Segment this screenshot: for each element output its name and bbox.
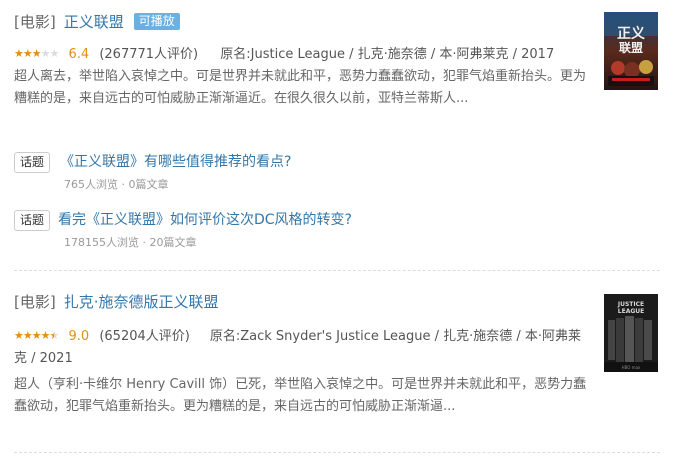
category-label: [电影]: [14, 13, 56, 31]
topic-tag[interactable]: 话题: [14, 210, 51, 231]
subject-meta: 原名:Zack Snyder's Justice League / 扎克·施奈德…: [14, 329, 582, 366]
star-icon: ★: [49, 47, 60, 60]
result-title-link[interactable]: 正义联盟: [64, 13, 124, 31]
subject-meta: 原名:Justice League / 扎克·施奈德 / 本·阿弗莱克 / 20…: [220, 47, 555, 62]
result-meta-block: ★★★★★ 9.0 (65204人评价) 原名:Zack Snyder's Ju…: [14, 326, 590, 370]
topic-title-link[interactable]: 《正义联盟》有哪些值得推荐的看点?: [60, 152, 291, 172]
rating-stars: ★★★★★: [14, 44, 60, 64]
movie-poster[interactable]: 正义 联盟: [604, 12, 658, 90]
star-icon: ★: [40, 47, 51, 60]
svg-text:LEAGUE: LEAGUE: [618, 308, 644, 315]
category-label: [电影]: [14, 293, 56, 311]
star-icon: ★: [14, 47, 24, 60]
result-divider: [14, 452, 660, 453]
result-divider: [14, 270, 660, 271]
poster-image: JUSTICE LEAGUE HBO max: [604, 294, 658, 372]
topic-meta: 765人浏览 · 0篇文章: [64, 178, 169, 191]
movie-poster[interactable]: JUSTICE LEAGUE HBO max: [604, 294, 658, 372]
result-title-line: [电影] 扎克·施奈德版正义联盟: [14, 292, 219, 312]
star-icon: ★: [22, 47, 33, 60]
svg-text:正义: 正义: [617, 25, 645, 42]
svg-text:JUSTICE: JUSTICE: [617, 301, 644, 308]
rating-score: 6.4: [68, 47, 90, 62]
result-abstract: 超人（亨利·卡维尔 Henry Cavill 饰）已死，举世陷入哀悼之中。可是世…: [14, 377, 587, 414]
topic-meta: 178155人浏览 · 20篇文章: [64, 236, 197, 249]
star-icon: ★: [31, 47, 42, 60]
result-title-link[interactable]: 扎克·施奈德版正义联盟: [64, 293, 219, 311]
rating-line: ★★★★★ 6.4 (267771人评价) 原名:Justice League …: [14, 44, 554, 65]
topic-item: 话题 看完《正义联盟》如何评价这次DC风格的转变? 178155人浏览 · 20…: [14, 210, 594, 254]
playable-badge[interactable]: 可播放: [133, 13, 180, 30]
topic-title-link[interactable]: 看完《正义联盟》如何评价这次DC风格的转变?: [58, 210, 352, 230]
result-title-line: [电影] 正义联盟 可播放: [14, 12, 180, 32]
result-abstract: 超人离去，举世陷入哀悼之中。可是世界并未就此和平，恶势力蠢蠢欲动，犯罪气焰重新抬…: [14, 69, 587, 106]
topic-tag[interactable]: 话题: [14, 152, 51, 173]
svg-text:联盟: 联盟: [619, 41, 643, 55]
svg-text:HBO max: HBO max: [622, 365, 641, 370]
poster-image: 正义 联盟: [604, 12, 658, 90]
rating-count: (267771人评价): [99, 47, 199, 62]
topic-item: 话题 《正义联盟》有哪些值得推荐的看点? 765人浏览 · 0篇文章: [14, 152, 594, 196]
